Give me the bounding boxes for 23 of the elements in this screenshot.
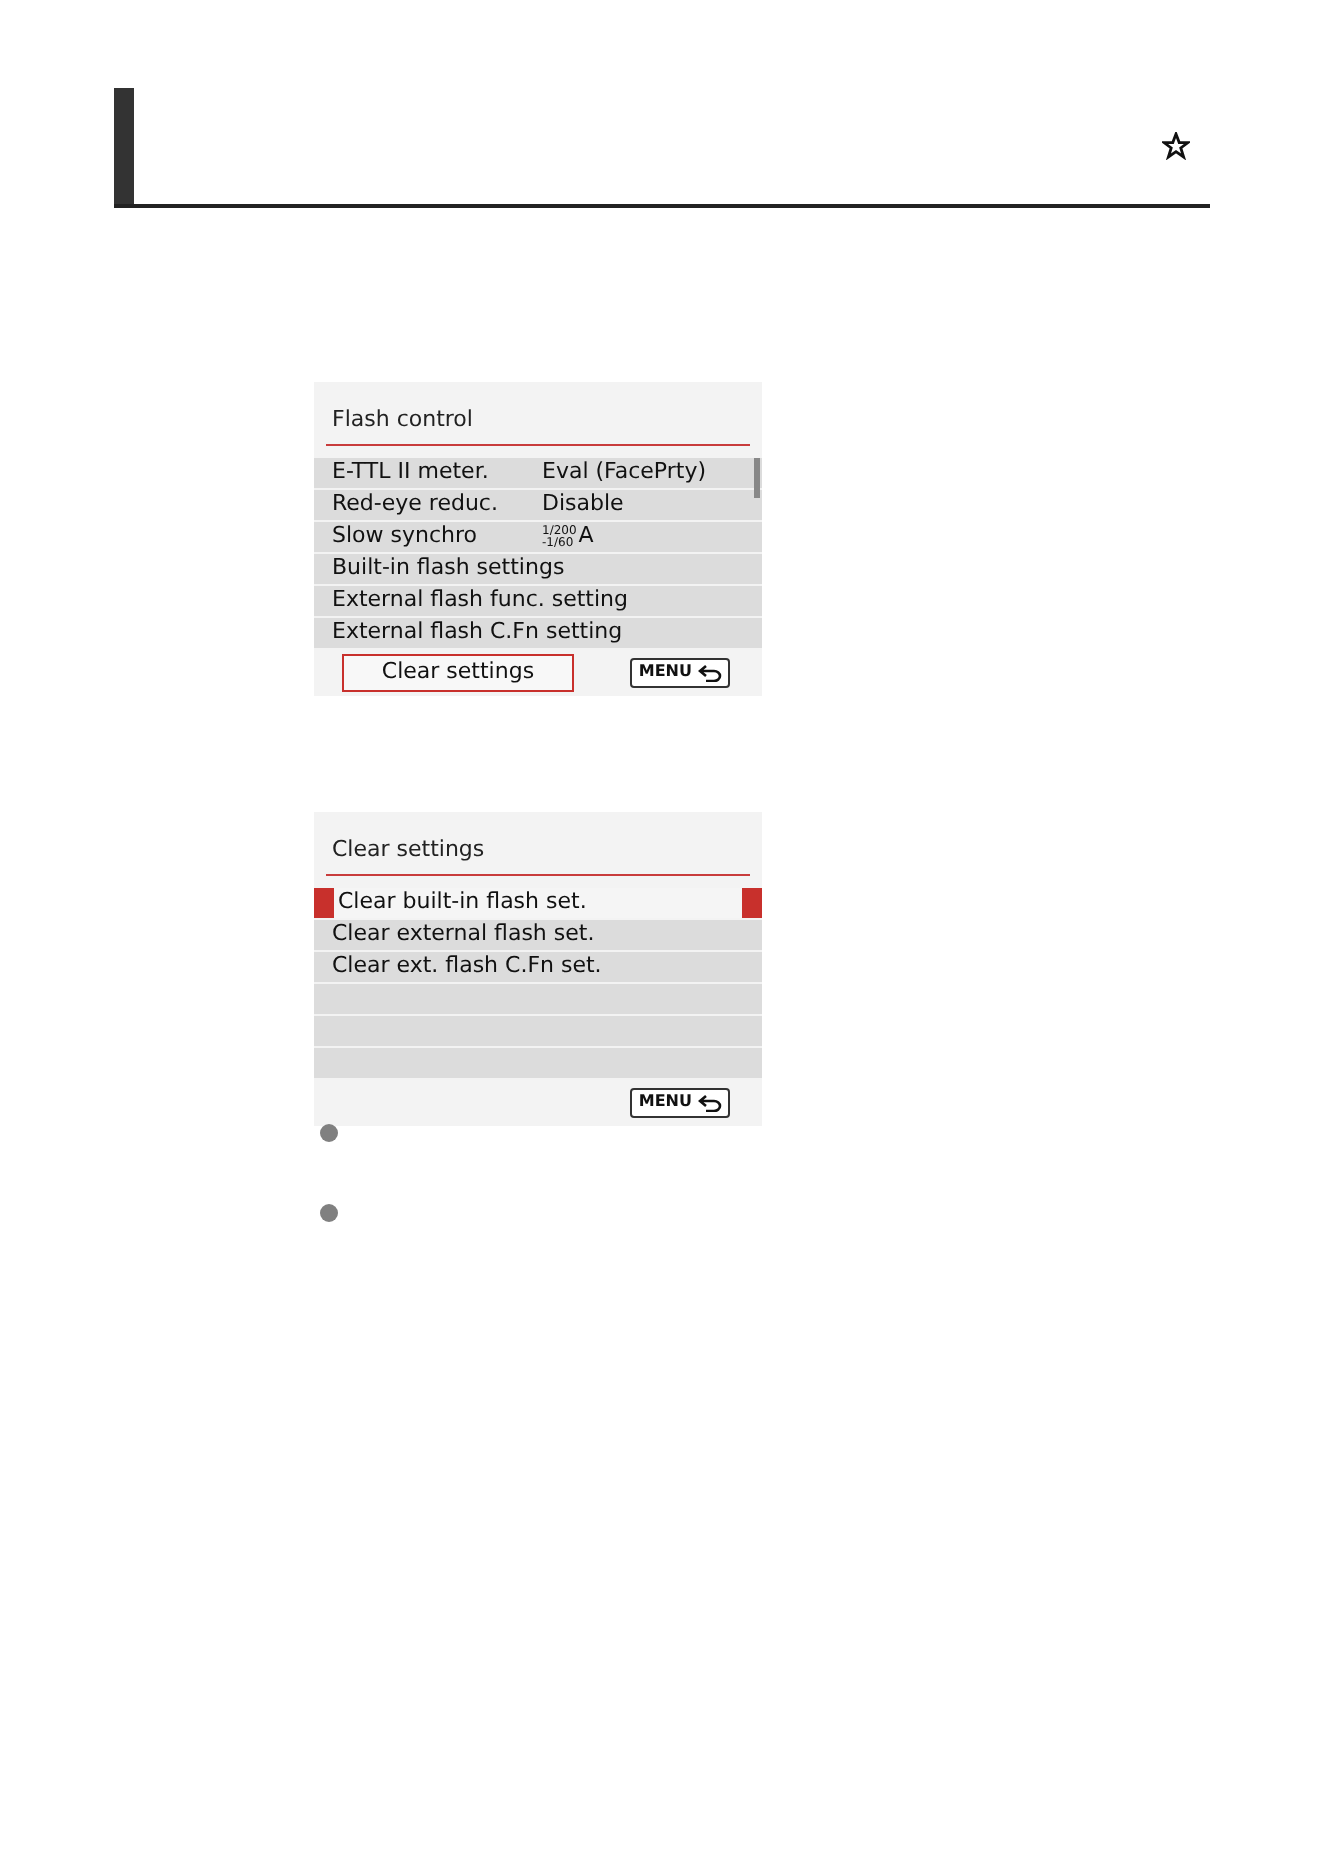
menu-row[interactable]: External flash func. setting (314, 586, 762, 616)
bullet-icon (320, 1124, 338, 1142)
bullet-icon (320, 1204, 338, 1222)
menu-row[interactable]: External flash C.Fn setting (314, 618, 762, 648)
menu-row[interactable]: Clear ext. flash C.Fn set. (314, 952, 762, 982)
empty-menu-row[interactable] (314, 984, 762, 1014)
menu-row[interactable]: Red-eye reduc. Disable (314, 490, 762, 520)
menu-row[interactable]: Built-in flash settings (314, 554, 762, 584)
menu-title: Flash control (330, 406, 473, 432)
empty-menu-row[interactable] (314, 1048, 762, 1078)
menu-row[interactable]: E-TTL II meter. Eval (FacePrty) (314, 458, 762, 488)
clear-settings-button[interactable]: Clear settings (342, 653, 574, 691)
menu-row[interactable]: Clear built-in flash set. (314, 888, 762, 918)
heading-bar (114, 88, 134, 204)
return-arrow-icon (698, 1093, 722, 1111)
return-arrow-icon (698, 663, 722, 681)
empty-menu-row[interactable] (314, 1016, 762, 1046)
scrollbar[interactable] (754, 458, 760, 498)
star-icon (1162, 132, 1190, 160)
menu-row[interactable]: Clear external flash set. (314, 920, 762, 950)
menu-back-button[interactable]: MENU (630, 657, 730, 687)
menu-title: Clear settings (330, 836, 485, 862)
menu-back-button[interactable]: MENU (630, 1087, 730, 1117)
